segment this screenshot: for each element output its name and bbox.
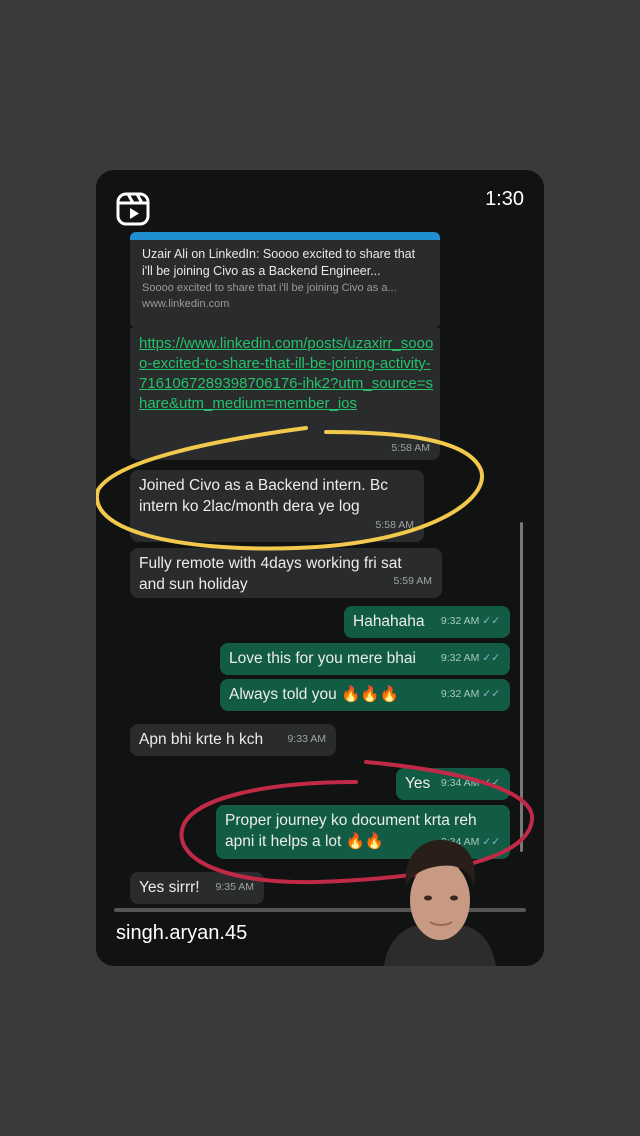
message-text: Hahahaha <box>353 613 425 630</box>
preview-image-strip <box>130 232 440 240</box>
reel-timer: 1:30 <box>485 188 524 210</box>
link-preview[interactable]: Uzair Ali on LinkedIn: Soooo excited to … <box>130 232 440 328</box>
message-time: 9:33 AM <box>287 733 326 745</box>
message-time: 9:32 AM ✓✓ <box>440 615 500 627</box>
message-time: 5:59 AM <box>393 575 432 587</box>
message-link[interactable]: https://www.linkedin.com/posts/uzaxirr_s… <box>139 334 439 414</box>
message-text: Yes sirrr! <box>139 879 200 896</box>
reels-icon[interactable] <box>116 192 150 226</box>
message-text: Love this for you mere bhai <box>229 650 416 667</box>
link-message: https://www.linkedin.com/posts/uzaxirr_s… <box>130 328 440 460</box>
double-check-icon: ✓✓ <box>482 652 500 664</box>
message-text: Yes <box>405 775 431 792</box>
message-time: 9:35 AM <box>215 881 254 893</box>
preview-title: Uzair Ali on LinkedIn: Soooo excited to … <box>142 247 416 278</box>
message-bubble: Yes sirrr! 9:35 AM <box>130 872 264 904</box>
preview-description: Soooo excited to share that i'll be join… <box>142 282 397 294</box>
message-text: Fully remote with 4days working fri sat … <box>139 555 402 593</box>
message-bubble: Yes 9:34 AM ✓✓ <box>396 768 510 800</box>
message-bubble: Hahahaha 9:32 AM ✓✓ <box>344 606 510 638</box>
message-time: 5:58 AM <box>391 442 430 454</box>
message-text: Joined Civo as a Backend intern. Bc inte… <box>139 477 388 515</box>
double-check-icon: ✓✓ <box>482 688 500 700</box>
scroll-indicator <box>520 522 523 852</box>
message-time: 9:32 AM ✓✓ <box>440 688 500 700</box>
message-bubble: Joined Civo as a Backend intern. Bc inte… <box>130 470 424 542</box>
story-card: Uzair Ali on LinkedIn: Soooo excited to … <box>96 170 544 966</box>
preview-domain: www.linkedin.com <box>142 298 230 310</box>
message-bubble: Love this for you mere bhai 9:32 AM ✓✓ <box>220 643 510 675</box>
message-time: 9:32 AM ✓✓ <box>440 652 500 664</box>
message-time: 5:58 AM <box>375 519 414 531</box>
message-bubble: Always told you 🔥🔥🔥 9:32 AM ✓✓ <box>220 679 510 711</box>
double-check-icon: ✓✓ <box>482 777 500 789</box>
message-text: Always told you 🔥🔥🔥 <box>229 686 399 703</box>
double-check-icon: ✓✓ <box>482 615 500 627</box>
message-time: 9:34 AM ✓✓ <box>440 777 500 789</box>
face-cam-overlay <box>384 839 496 966</box>
message-text: Apn bhi krte h kch <box>139 731 264 748</box>
message-bubble: Fully remote with 4days working fri sat … <box>130 548 442 598</box>
username[interactable]: singh.aryan.45 <box>116 922 247 945</box>
message-bubble: Apn bhi krte h kch 9:33 AM <box>130 724 336 756</box>
